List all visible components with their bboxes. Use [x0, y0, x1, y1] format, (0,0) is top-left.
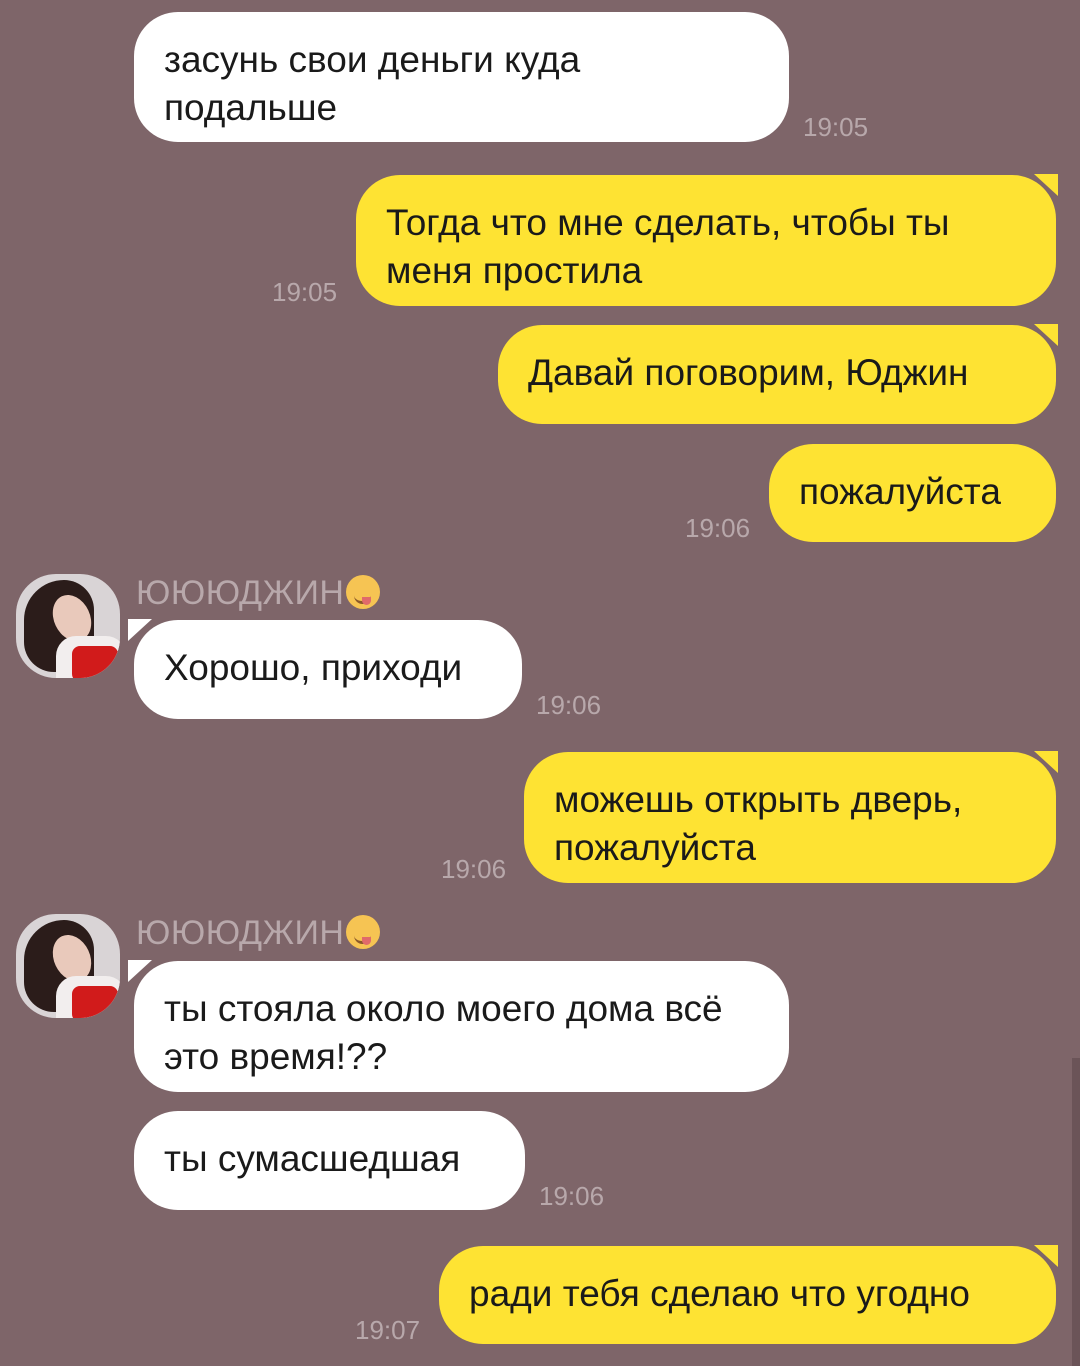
- contact-avatar[interactable]: [16, 914, 120, 1018]
- yum-emoji-icon: [346, 915, 381, 949]
- contact-avatar[interactable]: [16, 574, 120, 678]
- sender-name-text: ЮЮЮДЖИН: [136, 574, 345, 612]
- sender-name[interactable]: ЮЮЮДЖИН: [136, 574, 381, 613]
- message-text: Давай поговорим, Юджин: [528, 352, 969, 393]
- message-text: ты сумасшедшая: [164, 1138, 461, 1179]
- message-text: пожалуйста: [799, 471, 1001, 512]
- message-bubble-outgoing[interactable]: Давай поговорим, Юджин: [498, 324, 1058, 424]
- message-bubble-incoming[interactable]: засунь свои деньги куда подальше: [134, 12, 789, 142]
- message-bubble-incoming[interactable]: Хорошо, приходи: [128, 619, 522, 719]
- message-bubble-outgoing[interactable]: ради тебя сделаю что угодно: [439, 1245, 1058, 1344]
- sender-name-text: ЮЮЮДЖИН: [136, 914, 345, 952]
- message-time: 19:06: [536, 690, 602, 720]
- message-time: 19:06: [539, 1181, 605, 1211]
- message-text: ради тебя сделаю что угодно: [469, 1273, 970, 1314]
- message-time: 19:06: [685, 513, 751, 543]
- message-bubble-incoming[interactable]: ты стояла около моего дома всё это время…: [128, 960, 789, 1092]
- yum-emoji-icon: [346, 575, 381, 609]
- message-bubble-outgoing[interactable]: можешь открыть дверь, пожалуйста: [524, 751, 1058, 883]
- message-bubble-incoming[interactable]: ты сумасшедшая: [134, 1111, 525, 1210]
- message-bubble-outgoing[interactable]: пожалуйста: [769, 444, 1056, 542]
- message-text: можешь открыть дверь, пожалуйста: [554, 779, 963, 868]
- scrollbar[interactable]: [1072, 1058, 1080, 1366]
- message-time: 19:05: [803, 112, 869, 142]
- message-text: ты стояла около моего дома всё это время…: [164, 988, 723, 1077]
- message-text: Тогда что мне сделать, чтобы ты меня про…: [386, 202, 950, 291]
- message-time: 19:07: [355, 1315, 421, 1345]
- message-time: 19:05: [272, 277, 338, 307]
- sender-name[interactable]: ЮЮЮДЖИН: [136, 914, 381, 953]
- message-time: 19:06: [441, 854, 507, 884]
- message-bubble-outgoing[interactable]: Тогда что мне сделать, чтобы ты меня про…: [356, 174, 1058, 306]
- message-text: Хорошо, приходи: [164, 647, 463, 688]
- message-text: засунь свои деньги куда подальше: [164, 39, 581, 128]
